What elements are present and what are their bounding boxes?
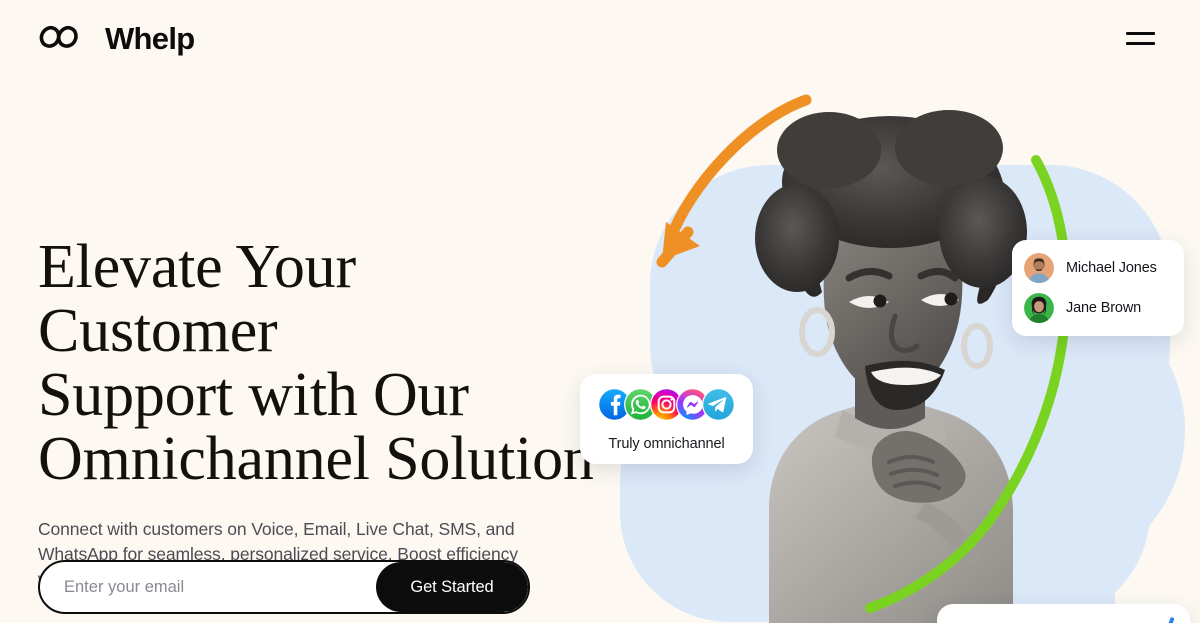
email-field[interactable]	[40, 562, 400, 612]
hamburger-menu-icon[interactable]	[1118, 18, 1162, 58]
bottom-partial-card	[937, 604, 1190, 623]
list-item[interactable]: Jane Brown	[1024, 291, 1184, 325]
hero-copy-block: Elevate Your Customer Support with Our O…	[38, 233, 598, 592]
telegram-icon[interactable]	[702, 388, 735, 426]
avatar	[1024, 253, 1054, 283]
channel-icon-row	[580, 388, 753, 426]
omnichannel-card: Truly omnichannel	[580, 374, 753, 464]
site-header: Whelp	[0, 0, 1200, 76]
brand-name: Whelp	[105, 20, 195, 56]
page-title: Elevate Your Customer Support with Our O…	[38, 233, 594, 493]
hero-page: Whelp Elevate Your Customer Support with…	[0, 0, 1200, 623]
menu-bar-bottom	[1125, 41, 1155, 45]
avatar	[1024, 293, 1054, 323]
blue-accent-mark-icon	[1165, 616, 1175, 623]
whelp-infinity-loops-logo-icon	[38, 23, 92, 53]
contact-name: Jane Brown	[1066, 300, 1142, 316]
email-signup-form: Get Started	[38, 560, 530, 614]
get-started-button[interactable]: Get Started	[376, 562, 528, 612]
contact-name: Michael Jones	[1066, 260, 1157, 276]
contacts-card: Michael Jones Jane Brown	[1012, 240, 1184, 336]
customer-portrait-photo	[755, 110, 1027, 623]
list-item[interactable]: Michael Jones	[1024, 251, 1184, 285]
omnichannel-label: Truly omnichannel	[608, 436, 725, 452]
brand-logo[interactable]: Whelp	[38, 23, 195, 54]
menu-bar-top	[1125, 31, 1155, 35]
